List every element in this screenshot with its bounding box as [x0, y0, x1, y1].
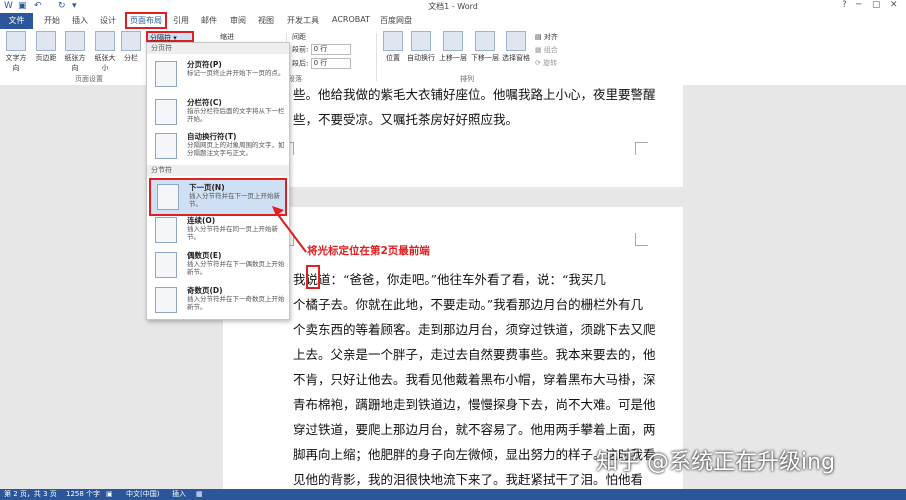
annotation-arrow [272, 206, 307, 253]
status-page[interactable]: 第 2 页，共 3 页 [4, 489, 57, 500]
cursor-highlight [306, 265, 320, 289]
macro-icon[interactable]: ▦ [196, 489, 203, 500]
status-words[interactable]: 1258 个字 [66, 489, 100, 500]
status-mode[interactable]: 插入 [172, 489, 186, 500]
status-language[interactable]: 中文(中国) [126, 489, 159, 500]
status-bar: 第 2 页，共 3 页 1258 个字 ▣ 中文(中国) 插入 ▦ [0, 489, 906, 500]
annotation-text: 将光标定位在第2页最前端 [307, 245, 430, 257]
proofing-icon[interactable]: ▣ [106, 489, 113, 500]
watermark: 知乎 @系统正在升级ing [596, 450, 836, 475]
